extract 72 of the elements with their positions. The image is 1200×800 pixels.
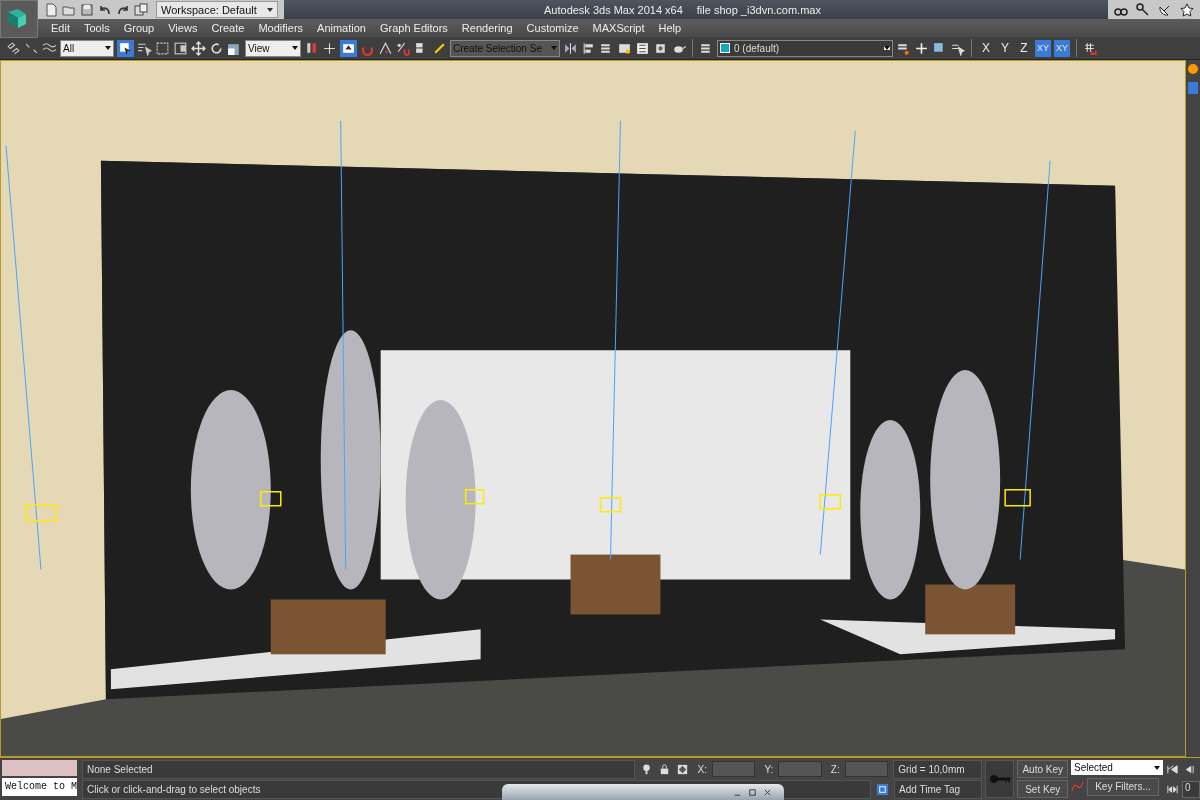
crosshair-icon[interactable] <box>322 40 337 56</box>
menu-item[interactable]: Graph Editors <box>372 22 455 34</box>
menu-item[interactable]: MAXScript <box>585 22 652 34</box>
axis-constraint-button[interactable]: X <box>978 39 994 57</box>
coordinate-label: Z: <box>830 763 840 775</box>
star-icon[interactable] <box>1180 2 1194 17</box>
caret-icon <box>884 46 890 50</box>
rectangle-selection-icon[interactable] <box>155 40 170 56</box>
set-key-button[interactable]: Set Key <box>1017 780 1068 798</box>
reference-coordinate-dropdown[interactable]: View <box>245 39 301 57</box>
menu-item[interactable]: Customize <box>519 22 586 34</box>
project-folder-icon[interactable] <box>134 2 148 17</box>
window-crossing-icon[interactable] <box>173 40 188 56</box>
axis-constraint-button[interactable]: XY <box>1035 39 1051 57</box>
close-icon[interactable] <box>763 787 772 797</box>
coordinate-field[interactable] <box>844 761 889 777</box>
coordinate-field[interactable] <box>712 761 756 777</box>
coordinate-label: X: <box>697 763 707 775</box>
workspace-dropdown[interactable]: Workspace: Default <box>156 1 278 18</box>
key-mode-dropdown[interactable]: Selected <box>1071 760 1163 775</box>
menu-item[interactable]: Modifiers <box>251 22 311 34</box>
layer-color-icon <box>720 43 730 53</box>
auto-key-button[interactable]: Auto Key <box>1017 760 1068 778</box>
frame-field[interactable]: 0 <box>1182 780 1200 798</box>
window-title: Autodesk 3ds Max 2014 x64 <box>544 3 683 16</box>
caret-icon <box>105 46 111 50</box>
selection-status: None Selected <box>82 759 635 779</box>
caret-icon <box>292 46 298 50</box>
new-file-icon[interactable] <box>44 2 58 17</box>
manipulate-icon[interactable] <box>340 39 357 57</box>
save-icon[interactable] <box>80 2 94 17</box>
menu-item[interactable]: Tools <box>76 22 117 34</box>
menu-item[interactable]: Views <box>161 22 205 34</box>
maxscript-output: Welcome to M <box>2 778 77 796</box>
menu-item[interactable]: Help <box>651 22 689 34</box>
material-editor-icon[interactable] <box>635 40 650 56</box>
axis-constraint-button[interactable]: Y <box>997 39 1013 57</box>
go-to-start-icon[interactable] <box>1166 762 1179 776</box>
grid-size: Grid = 10,0mm <box>893 759 983 779</box>
caret-icon <box>267 7 273 12</box>
grid-snap-icon[interactable] <box>1083 40 1099 56</box>
app-logo-button[interactable] <box>0 0 38 38</box>
link-icon[interactable] <box>6 40 21 56</box>
menu-item[interactable]: Animation <box>310 22 373 34</box>
align-icon[interactable] <box>581 40 596 56</box>
menu-item[interactable]: Group <box>116 22 162 34</box>
key-filters-button[interactable]: Key Filters... <box>1087 777 1159 796</box>
coordinate-field[interactable] <box>778 761 822 777</box>
maximize-icon[interactable] <box>748 787 757 797</box>
axis-constraint-button[interactable]: XY <box>1054 39 1071 57</box>
caret-icon <box>551 46 557 50</box>
menu-item[interactable]: Create <box>204 22 252 34</box>
mirror-icon[interactable] <box>563 40 578 56</box>
maxscript-input-field[interactable] <box>2 760 77 776</box>
set-keys-button[interactable] <box>985 760 1015 798</box>
rotate-icon[interactable] <box>209 40 224 56</box>
layer-dropdown[interactable]: 0 (default) <box>717 39 893 57</box>
time-tag-icon[interactable] <box>876 782 890 796</box>
axis-constraint-button[interactable]: Z <box>1016 39 1032 57</box>
plus-icon[interactable] <box>914 40 929 56</box>
menu-item[interactable]: Edit <box>44 22 77 34</box>
add-time-tag-field[interactable]: Add Time Tag <box>894 779 982 799</box>
caret-icon <box>1154 765 1160 770</box>
menu-item[interactable]: Rendering <box>454 22 520 34</box>
percent-snap-icon[interactable] <box>396 40 411 56</box>
angle-snap-icon[interactable] <box>378 40 393 56</box>
file-name: file shop _i3dvn.com.max <box>696 3 821 16</box>
select-object-icon[interactable] <box>117 39 134 57</box>
sun-icon[interactable] <box>1188 64 1198 74</box>
coordinate-label: Y: <box>764 763 774 775</box>
move-icon[interactable] <box>191 40 206 56</box>
selection-filter-dropdown[interactable]: All <box>60 39 114 57</box>
